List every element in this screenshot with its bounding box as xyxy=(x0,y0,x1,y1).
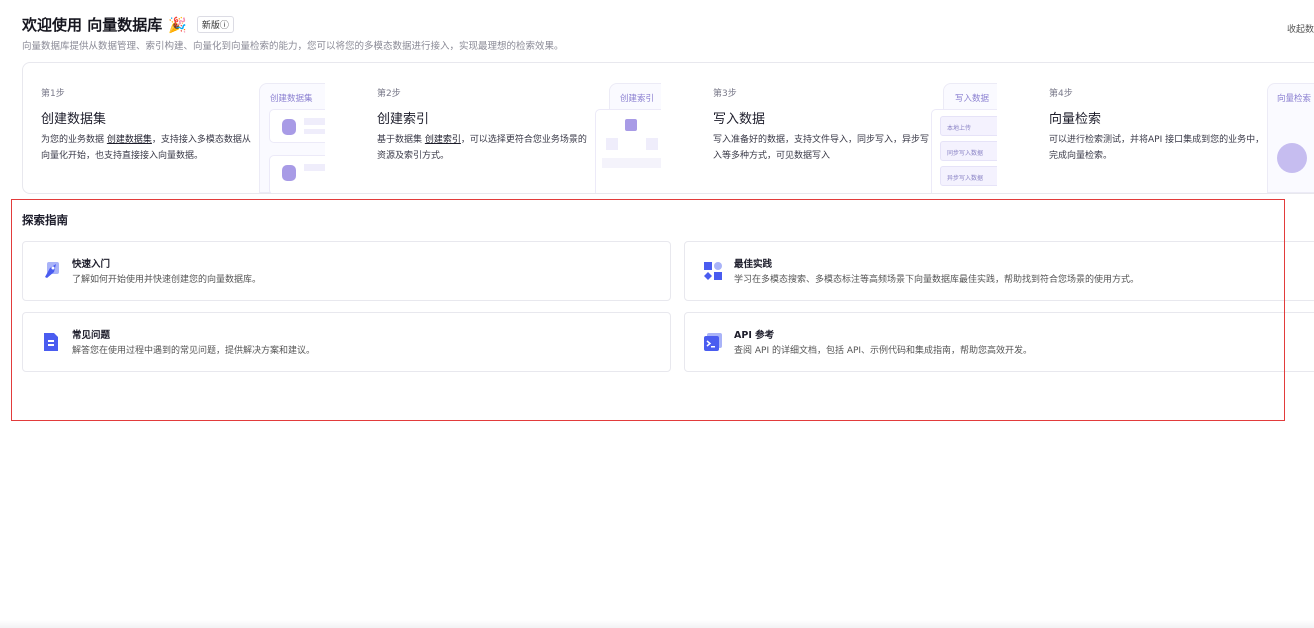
option-async-write: 异步写入数据 xyxy=(940,166,997,186)
step-3: 第3步 写入数据 写入准备好的数据，支持文件导入，同步写入，异步写入等多种方式，… xyxy=(695,63,1031,193)
index-illustration: 创建索引 xyxy=(595,83,661,193)
tree-diagram xyxy=(595,109,661,193)
step-name: 创建索引 xyxy=(377,112,430,127)
highlight-box xyxy=(11,199,1285,421)
desc-text: 基于数据集 xyxy=(377,135,425,145)
write-options: 本地上传 同步写入数据 异步写入数据 xyxy=(931,109,997,193)
step-desc: 可以进行检索测试，并将API 接口集成到您的业务中，完成向量检索。 xyxy=(1049,135,1265,161)
step-number: 第3步 xyxy=(713,89,737,99)
option-sync-write: 同步写入数据 xyxy=(940,141,997,161)
collapse-button[interactable]: 收起数 xyxy=(1287,22,1314,35)
page-title: 欢迎使用 向量数据库 🎉 新版ⓘ xyxy=(22,14,234,35)
step-name: 创建数据集 xyxy=(41,112,107,127)
create-index-link[interactable]: 创建索引 xyxy=(425,135,461,145)
illustration-tab: 向量检索 xyxy=(1267,83,1314,193)
db-card xyxy=(269,155,325,193)
step-desc: 写入准备好的数据，支持文件导入，同步写入，异步写入等多种方式，可见数据写入 xyxy=(713,135,930,161)
new-version-badge[interactable]: 新版ⓘ xyxy=(196,16,234,33)
page-title-text: 欢迎使用 向量数据库 xyxy=(22,16,163,34)
option-local-upload: 本地上传 xyxy=(940,116,997,136)
step-1: 第1步 创建数据集 为您的业务数据 创建数据集，支持接入多模态数据从向量化开始，… xyxy=(23,63,359,193)
step-4: 第4步 向量检索 可以进行检索测试，并将API 接口集成到您的业务中，完成向量检… xyxy=(1031,63,1314,193)
vector-sphere-icon xyxy=(1277,143,1307,173)
step-number: 第1步 xyxy=(41,89,65,99)
page-subtitle: 向量数据库提供从数据管理、索引构建、向量化到向量检索的能力，您可以将您的多模态数… xyxy=(22,41,564,52)
step-name: 向量检索 xyxy=(1049,112,1102,127)
search-illustration: 向量检索 xyxy=(1267,83,1314,193)
write-illustration: 写入数据 本地上传 同步写入数据 异步写入数据 xyxy=(931,83,997,193)
bottom-shadow xyxy=(0,620,1314,628)
steps-panel: 第1步 创建数据集 为您的业务数据 创建数据集，支持接入多模态数据从向量化开始，… xyxy=(22,62,1314,194)
desc-text: 为您的业务数据 xyxy=(41,135,107,145)
step-name: 写入数据 xyxy=(713,112,766,127)
step-desc: 基于数据集 创建索引，可以选择更符合您业务场景的资源及索引方式。 xyxy=(377,132,595,164)
step-number: 第4步 xyxy=(1049,89,1073,99)
dataset-illustration: 创建数据集 xyxy=(259,83,325,193)
step-2: 第2步 创建索引 基于数据集 创建索引，可以选择更符合您业务场景的资源及索引方式… xyxy=(359,63,695,193)
create-dataset-link[interactable]: 创建数据集 xyxy=(107,135,152,145)
step-number: 第2步 xyxy=(377,89,401,99)
db-card xyxy=(269,109,325,143)
step-desc: 为您的业务数据 创建数据集，支持接入多模态数据从向量化开始，也支持直接接入向量数… xyxy=(41,132,259,164)
party-icon: 🎉 xyxy=(168,15,187,34)
